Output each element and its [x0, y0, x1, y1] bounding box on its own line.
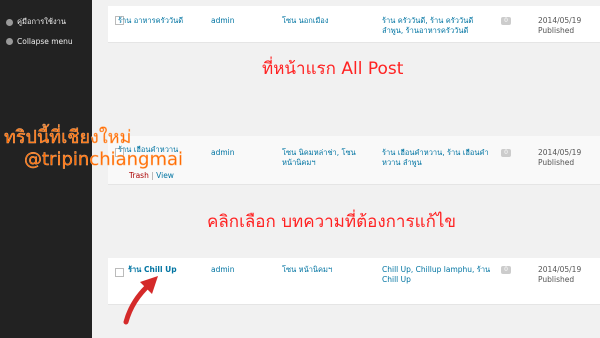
row-actions: Trash | View: [129, 171, 174, 180]
annotation-select-post: คลิกเลือก บทความที่ต้องการแก้ไข: [207, 212, 457, 232]
view-link[interactable]: View: [156, 171, 174, 180]
post-date: 2014/05/19: [538, 148, 582, 157]
post-tags[interactable]: ร้าน เฮือนคำหวาน, ร้าน เฮือนคำ หวาน ลำพู…: [382, 148, 494, 168]
post-date: 2014/05/19: [538, 265, 582, 274]
table-row: ร้าน อาหารครัววันดี admin โซน นอกเมือง ร…: [108, 6, 600, 43]
watermark-line1: ทริปนี้ที่เชียงใหม่: [4, 127, 132, 148]
sidebar-item-collapse-menu[interactable]: Collapse menu: [6, 37, 73, 46]
action-separator: |: [151, 171, 154, 180]
post-status: Published: [538, 26, 575, 35]
post-categories[interactable]: โซน นิคมหล่าช่า, โซน หน้านิคมฯ: [282, 148, 368, 168]
comment-count-bubble[interactable]: 0: [501, 149, 511, 157]
sidebar-item-label: คู่มือการใช้งาน: [17, 17, 66, 26]
comment-count-bubble[interactable]: 0: [501, 17, 511, 25]
collapse-icon: [6, 38, 13, 45]
post-categories[interactable]: โซน นอกเมือง: [282, 16, 352, 26]
post-status: Published: [538, 275, 575, 284]
post-date: 2014/05/19: [538, 16, 582, 25]
sidebar-item-manual[interactable]: คู่มือการใช้งาน: [6, 16, 66, 28]
pointer-arrow-icon: [123, 276, 158, 325]
post-categories[interactable]: โซน หน้านิคมฯ: [282, 265, 332, 275]
post-author-link[interactable]: admin: [211, 16, 235, 26]
post-tags[interactable]: ร้าน ครัววันดี, ร้าน ครัววันดี ลำพูน, ร้…: [382, 16, 494, 36]
annotation-first-page: ที่หน้าแรก All Post: [262, 59, 404, 79]
comment-count-bubble[interactable]: 0: [501, 266, 511, 274]
post-author-link[interactable]: admin: [211, 265, 235, 275]
table-row: ร้าน Chill Up admin โซน หน้านิคมฯ Chill …: [108, 258, 600, 305]
sidebar-item-label: Collapse menu: [17, 37, 73, 46]
trash-link[interactable]: Trash: [129, 171, 149, 180]
post-author-link[interactable]: admin: [211, 148, 235, 158]
watermark-line2: @tripinchiangmai: [24, 149, 184, 170]
doc-icon: [6, 18, 13, 26]
post-title-link[interactable]: ร้าน อาหารครัววันดี: [118, 16, 183, 26]
post-tags[interactable]: Chill Up, Chillup lamphu, ร้าน Chill Up: [382, 265, 502, 285]
post-status: Published: [538, 158, 575, 167]
